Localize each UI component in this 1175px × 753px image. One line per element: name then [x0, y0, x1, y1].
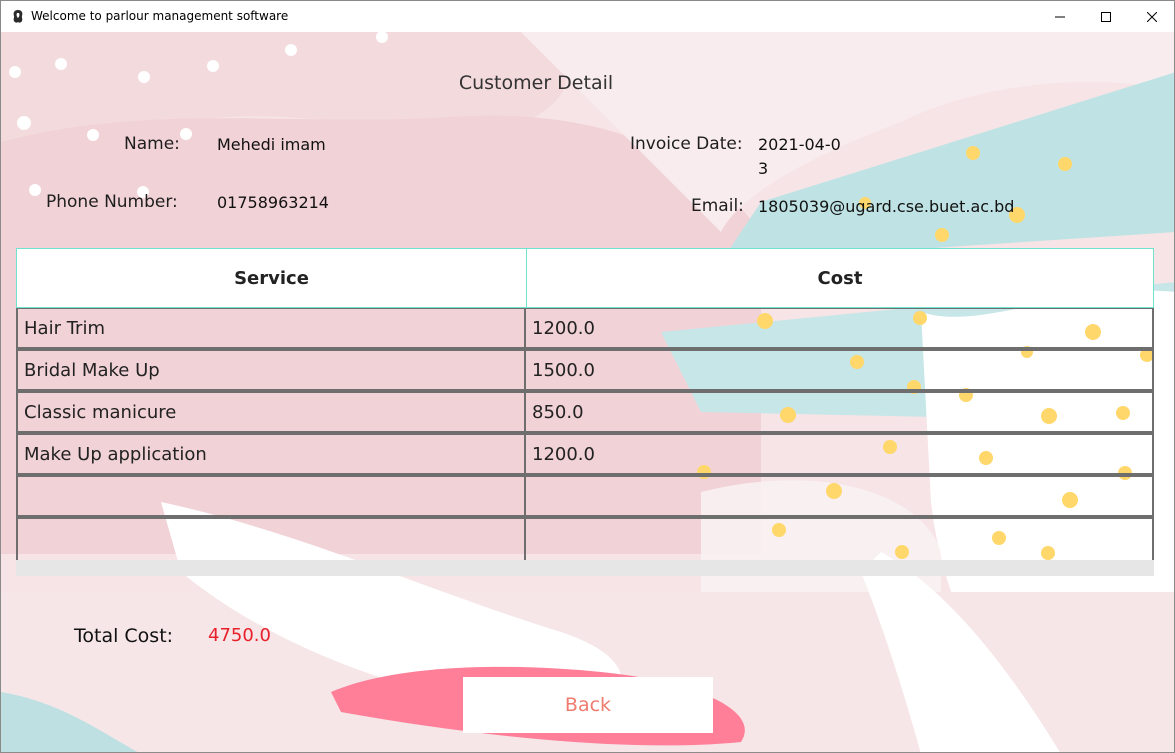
page-title: Customer Detail [458, 72, 614, 94]
phone-value: 01758963214 [217, 193, 329, 212]
table-row[interactable] [16, 518, 1154, 560]
cost-cell[interactable]: 1200.0 [524, 308, 1154, 350]
column-header-service[interactable]: Service [16, 248, 527, 308]
table-row[interactable]: Bridal Make Up 1500.0 [16, 350, 1154, 392]
service-cell[interactable] [16, 476, 526, 518]
services-table: Service Cost Hair Trim 1200.0 Bridal Mak… [16, 248, 1154, 578]
phone-label: Phone Number: [46, 192, 178, 212]
horizontal-scrollbar[interactable] [16, 560, 1154, 576]
back-button[interactable]: Back [463, 677, 713, 733]
service-cell[interactable]: Classic manicure [16, 392, 526, 434]
minimize-button[interactable] [1037, 1, 1083, 32]
service-cell[interactable]: Hair Trim [16, 308, 526, 350]
app-window: Welcome to parlour management software C… [0, 0, 1175, 753]
title-bar[interactable]: Welcome to parlour management software [1, 1, 1174, 32]
close-button[interactable] [1129, 1, 1174, 32]
table-row[interactable] [16, 476, 1154, 518]
total-cost-value: 4750.0 [208, 625, 271, 646]
column-header-cost[interactable]: Cost [526, 248, 1154, 308]
service-cell[interactable]: Bridal Make Up [16, 350, 526, 392]
service-cell[interactable] [16, 518, 526, 560]
email-label: Email: [691, 196, 744, 216]
invoice-date-value-wrap: 3 [758, 159, 769, 178]
name-label: Name: [124, 134, 180, 154]
invoice-date-label: Invoice Date: [630, 134, 743, 154]
total-cost-label: Total Cost: [74, 625, 174, 647]
cost-cell[interactable]: 1200.0 [524, 434, 1154, 476]
content-area: Customer Detail Name: Mehedi imam Phone … [1, 32, 1174, 752]
maximize-button[interactable] [1083, 1, 1129, 32]
invoice-date-value: 2021-04-0 [758, 135, 841, 154]
window-title: Welcome to parlour management software [31, 9, 289, 23]
cost-cell[interactable] [524, 518, 1154, 560]
table-row[interactable]: Make Up application 1200.0 [16, 434, 1154, 476]
cost-cell[interactable]: 850.0 [524, 392, 1154, 434]
table-row[interactable]: Hair Trim 1200.0 [16, 308, 1154, 350]
cost-cell[interactable]: 1500.0 [524, 350, 1154, 392]
table-row[interactable]: Classic manicure 850.0 [16, 392, 1154, 434]
name-value: Mehedi imam [217, 135, 326, 154]
service-cell[interactable]: Make Up application [16, 434, 526, 476]
cost-cell[interactable] [524, 476, 1154, 518]
email-value: 1805039@ugard.cse.buet.ac.bd [758, 197, 1015, 216]
app-icon [11, 9, 25, 24]
